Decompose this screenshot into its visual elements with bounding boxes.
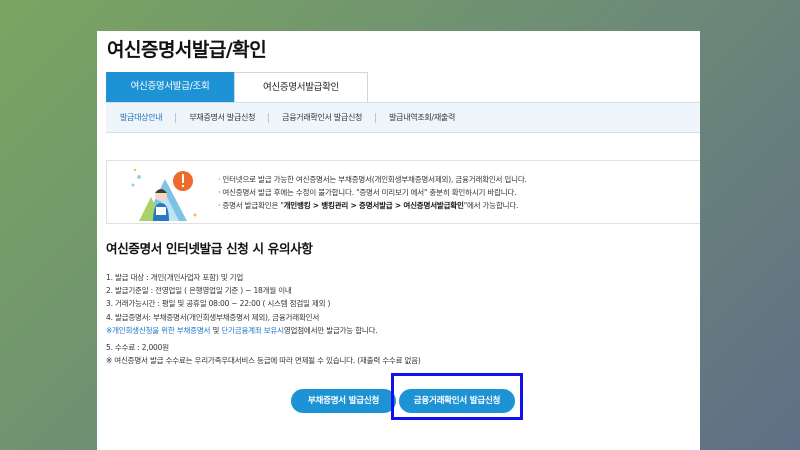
- menu-path: 개인뱅킹 > 뱅킹관리 > 증명서발급 > 여신증명서발급확인: [283, 201, 464, 210]
- warning-text: 단기금융계좌 보유시: [221, 325, 284, 335]
- notice-line-text: 증명서 발급확인은 ": [222, 201, 284, 210]
- divider: [175, 112, 177, 123]
- note-item: 3. 거래가능시간 : 평일 및 공휴일 08:00 ~ 22:00 ( 시스템…: [106, 299, 331, 309]
- note-item: ※ 여신증명서 발급 수수료는 우리가족우대서비스 등급에 따라 면제될 수 있…: [106, 356, 421, 366]
- warning-text: 영업점에서만 발급가능 합니다.: [283, 325, 378, 335]
- notes-list: 1. 발급 대상 : 개인(개인사업자 포함) 및 기업 2. 발급기준일 : …: [106, 271, 421, 367]
- subnav-target-guide[interactable]: 발급대상안내: [120, 112, 163, 123]
- notice-text: · 인터넷으로 발급 가능한 여신증명서는 부채증명서(개인회생부채증명서제외)…: [218, 173, 527, 212]
- notice-line: · 여신증명서 발급 후에는 수정이 불가합니다. "증명서 미리보기 에서" …: [218, 188, 517, 197]
- note-item: 5. 수수료 : 2,000원: [106, 343, 169, 353]
- notice-illustration-icon: [131, 168, 197, 221]
- notice-line: · 인터넷으로 발급 가능한 여신증명서는 부채증명서(개인회생부채증명서제외)…: [218, 175, 527, 184]
- tab-issue-inquiry[interactable]: 여신증명서발급/조회: [106, 72, 234, 102]
- note-item: 2. 발급기준일 : 전영업일 ( 은행영업일 기준 ) ~ 18개월 이내: [106, 286, 292, 296]
- notice-box: · 인터넷으로 발급 가능한 여신증명서는 부채증명서(개인회생부채증명서제외)…: [106, 160, 700, 224]
- notice-line-text: 인터넷으로 발급 가능한 여신증명서는 부채증명서(개인회생부채증명서제외), …: [222, 175, 527, 184]
- tab-issue-confirm[interactable]: 여신증명서발급확인: [234, 72, 368, 102]
- divider: [375, 112, 377, 123]
- highlight-box: [391, 373, 523, 420]
- tab-bar: 여신증명서발급/조회 여신증명서발급확인: [106, 72, 368, 102]
- debt-certificate-button[interactable]: 부채증명서 발급신청: [291, 389, 396, 413]
- page-title: 여신증명서발급/확인: [107, 39, 267, 61]
- divider: [268, 112, 270, 123]
- notice-line-text: 여신증명서 발급 후에는 수정이 불가합니다. "증명서 미리보기 에서" 충분…: [222, 188, 517, 197]
- note-item: 4. 발급증명서: 부채증명서(개인회생부채증명서 제외), 금융거래확인서: [106, 312, 320, 322]
- notice-line-text: "에서 가능합니다.: [463, 201, 519, 210]
- section-title: 여신증명서 인터넷발급 신청 시 유의사항: [106, 241, 313, 256]
- warning-text: ※개인회생신청을 위한 부채증명서: [106, 325, 211, 335]
- subnav-financial-confirmation[interactable]: 금융거래확인서 발급신청: [282, 112, 362, 123]
- subnav-debt-certificate[interactable]: 부채증명서 발급신청: [189, 112, 255, 123]
- note-warning: ※개인회생신청을 위한 부채증명서 및 단기금융계좌 보유시영업점에서만 발급가…: [106, 324, 421, 337]
- sub-navigation: 발급대상안내 부채증명서 발급신청 금융거래확인서 발급신청 발급내역조회/재출…: [106, 102, 700, 133]
- note-item: 1. 발급 대상 : 개인(개인사업자 포함) 및 기업: [106, 273, 244, 282]
- notice-line: · 증명서 발급확인은 "개인뱅킹 > 뱅킹관리 > 증명서발급 > 여신증명서…: [218, 201, 519, 210]
- warning-text: 및: [210, 325, 222, 335]
- subnav-history-reprint[interactable]: 발급내역조회/재출력: [389, 112, 455, 123]
